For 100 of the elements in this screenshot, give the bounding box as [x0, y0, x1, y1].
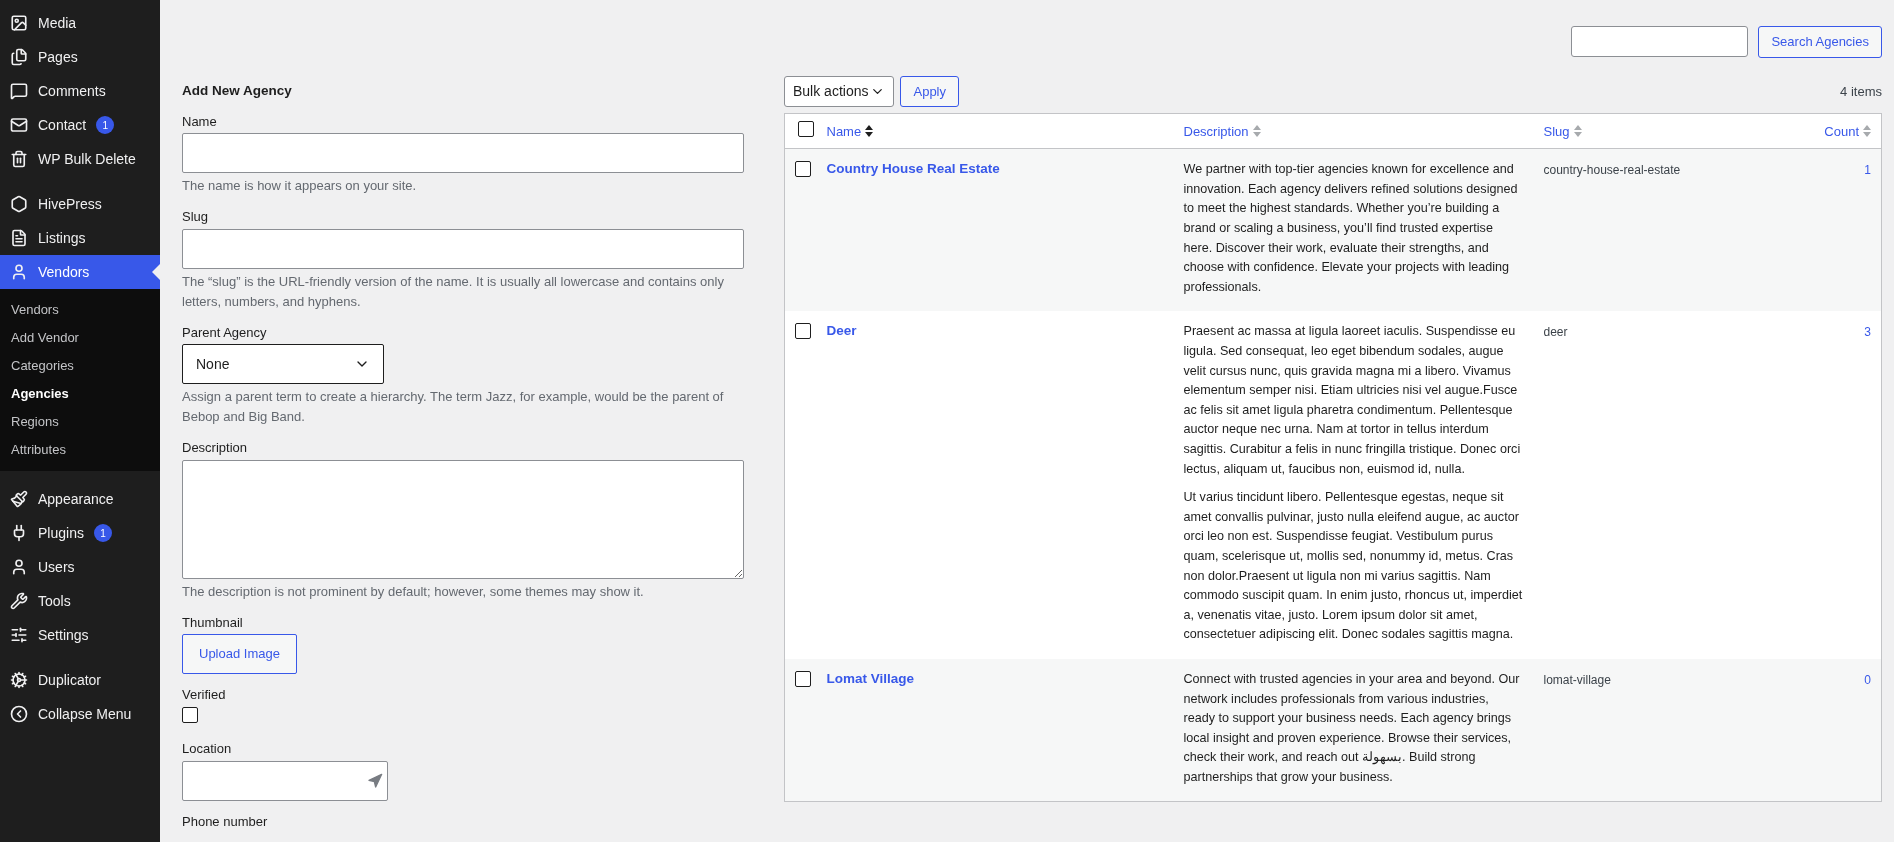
sort-icon — [1252, 125, 1261, 138]
menu-item[interactable]: Media — [0, 6, 160, 40]
field-label: Phone number — [182, 812, 269, 831]
text-field[interactable] — [182, 228, 744, 269]
slug-text: deer — [1543, 325, 1568, 340]
menu-label: Users — [38, 557, 75, 577]
gear-icon — [10, 671, 28, 689]
menu-label: Settings — [38, 625, 89, 645]
menu-item[interactable]: WP Bulk Delete — [0, 142, 160, 176]
location-field[interactable] — [182, 760, 388, 801]
count-link[interactable]: 1 — [1864, 163, 1871, 178]
agency-name-link[interactable]: Lomat Village — [826, 670, 915, 686]
upload-button[interactable]: Upload Image — [182, 634, 297, 674]
menu-label: HivePress — [38, 194, 102, 214]
menu-item[interactable]: Plugins 1 — [0, 516, 160, 550]
media-icon — [10, 14, 28, 32]
menu-item[interactable]: Pages — [0, 40, 160, 74]
column-header[interactable]: Name — [826, 121, 874, 141]
submenu-item[interactable]: Attributes — [0, 436, 160, 464]
menu-label: Vendors — [38, 262, 90, 282]
submenu-item[interactable]: Categories — [0, 352, 160, 380]
sort-icon — [1573, 125, 1582, 138]
description-text: Ut varius tincidunt libero. Pellentesque egestas, neque sit amet convallis pulvinar, justo nulla eleifend augue, ac auctor orci leo non est. Suspendisse feugiat. Vestibulum purus quam, scelerisque ut, mollis sed, nonummy id, metus. Cras non dolor.Praesent ut ligula non mi varius sagittis. Nam commodo suscipit quam. In enim justo, rhoncus ut, imperdiet a, venenatis vitae, justo. Lorem ipsum dolor sit amet, consectetuer adipiscing elit. Donec sodales sagittis magna. — [1183, 489, 1524, 644]
field-label: Thumbnail — [182, 613, 244, 632]
trash-icon — [10, 150, 28, 168]
count-link[interactable]: 0 — [1864, 672, 1871, 687]
menu-label: Appearance — [38, 489, 114, 509]
menu-label: Comments — [38, 81, 106, 101]
menu-item[interactable]: Contact 1 — [0, 108, 160, 142]
menu-item[interactable]: Tools — [0, 584, 160, 618]
apply-button[interactable]: Apply — [900, 76, 959, 108]
person-icon — [10, 558, 28, 576]
column-header[interactable]: Count — [1824, 121, 1871, 141]
field-label: Name — [182, 112, 218, 131]
submenu-item[interactable]: Add Vendor — [0, 324, 160, 352]
brush-icon — [10, 490, 28, 508]
menu-label: Pages — [38, 47, 78, 67]
menu-item[interactable]: Collapse Menu — [0, 697, 160, 731]
field-label: Verified — [182, 686, 227, 704]
row-checkbox[interactable] — [795, 670, 811, 687]
parent-dropdown[interactable]: None — [182, 344, 384, 384]
hexagon-icon — [10, 195, 28, 213]
count-badge: 1 — [93, 524, 112, 542]
menu-item[interactable]: Comments — [0, 74, 160, 108]
slug-text: country-house-real-estate — [1543, 163, 1681, 178]
column-header[interactable]: Description — [1183, 121, 1261, 141]
sort-icon — [865, 125, 874, 138]
pages-icon — [10, 48, 28, 66]
submenu-item[interactable]: Agencies — [0, 380, 160, 408]
location-arrow-icon — [367, 772, 383, 789]
agency-name-link[interactable]: Country House Real Estate — [826, 161, 1000, 177]
menu-item[interactable]: Settings — [0, 618, 160, 652]
description-field[interactable] — [182, 459, 744, 579]
slug-text: lomat-village — [1543, 672, 1611, 687]
count-link[interactable]: 3 — [1864, 325, 1871, 340]
search-field[interactable] — [1571, 26, 1749, 57]
document-icon — [10, 229, 28, 247]
envelope-icon — [10, 116, 28, 134]
description-text: Praesent ac massa at ligula laoreet iaculis. Suspendisse eu ligula. Sed consequat, leo eget bibendum sodales, augue velit cursus nunc, quis gravida magna mi a libero. Vivamus elementum semper nisi. Etiam ultricies nisi vel augue.Fusce ac felis sit amet ligula pharetra condimentum. Pellentesque auctor neque nec urna. Nam at tortor in tellus interdum sagittis. Curabitur a felis in nunc fringilla tristique. Donec orci lectus, aliquam ut, faucibus non, euismod id, nulla. — [1183, 323, 1522, 478]
field-help-text: The “slug” is the URL-friendly version of the name. It is usually all lowercase and contains only letters, numbers, and hyphens. — [182, 272, 725, 311]
settings-icon — [10, 626, 28, 644]
field-help-text: The name is how it appears on your site. — [182, 177, 418, 195]
count-badge: 1 — [96, 116, 115, 134]
row-checkbox[interactable] — [795, 323, 811, 340]
submenu-item[interactable]: Regions — [0, 408, 160, 436]
form-title: Add New Agency — [182, 82, 293, 101]
wrench-icon — [10, 592, 28, 610]
menu-item[interactable]: HivePress — [0, 187, 160, 221]
sort-icon — [1863, 125, 1871, 138]
menu-item[interactable]: Vendors — [0, 255, 160, 289]
field-label: Description — [182, 439, 249, 457]
bulk-actions-dropdown[interactable]: Bulk actions — [784, 76, 895, 108]
row-checkbox[interactable] — [795, 161, 811, 178]
verified-checkbox[interactable] — [182, 706, 198, 723]
menu-label: Contact — [38, 115, 87, 135]
menu-label: Tools — [38, 591, 71, 611]
column-header[interactable]: Slug — [1543, 121, 1582, 141]
field-label: Location — [182, 740, 233, 758]
speech-bubble-icon — [10, 82, 28, 100]
menu-item[interactable]: Users — [0, 550, 160, 584]
menu-item[interactable]: Listings — [0, 221, 160, 255]
current-pointer — [152, 264, 160, 280]
person-icon — [10, 263, 28, 281]
menu-item[interactable]: Appearance — [0, 482, 160, 516]
agency-name-link[interactable]: Deer — [826, 323, 857, 339]
select-all-checkbox[interactable] — [797, 120, 814, 137]
menu-label: Duplicator — [38, 670, 102, 690]
collapse-icon — [10, 705, 28, 723]
menu-label: Plugins — [38, 523, 84, 543]
menu-label: Media — [38, 13, 77, 33]
text-field[interactable] — [182, 133, 744, 173]
item-count: 4 items — [1840, 83, 1882, 101]
field-label: Parent Agency — [182, 323, 268, 342]
field-help-text: The description is not prominent by default; however, some themes may show it. — [182, 582, 645, 601]
description-text: We partner with top-tier agencies known for excellence and innovation. Each agency delivers refined solutions designed to meet the highest standards. Whether you’re building a brand or scaling a business, you’ll find trusted expertise here. Discover their work, evaluate their strengths, and choose with confidence. Elevate your projects with leading professionals. — [1183, 161, 1519, 296]
search-button[interactable]: Search Agencies — [1758, 26, 1882, 58]
menu-label: Listings — [38, 228, 86, 248]
submenu-item[interactable]: Vendors — [0, 296, 160, 324]
menu-item[interactable]: Duplicator — [0, 663, 160, 697]
field-help-text: Assign a parent term to create a hierarchy. The term Jazz, for example, would be the parent of Bebop and Big Band. — [182, 388, 725, 426]
